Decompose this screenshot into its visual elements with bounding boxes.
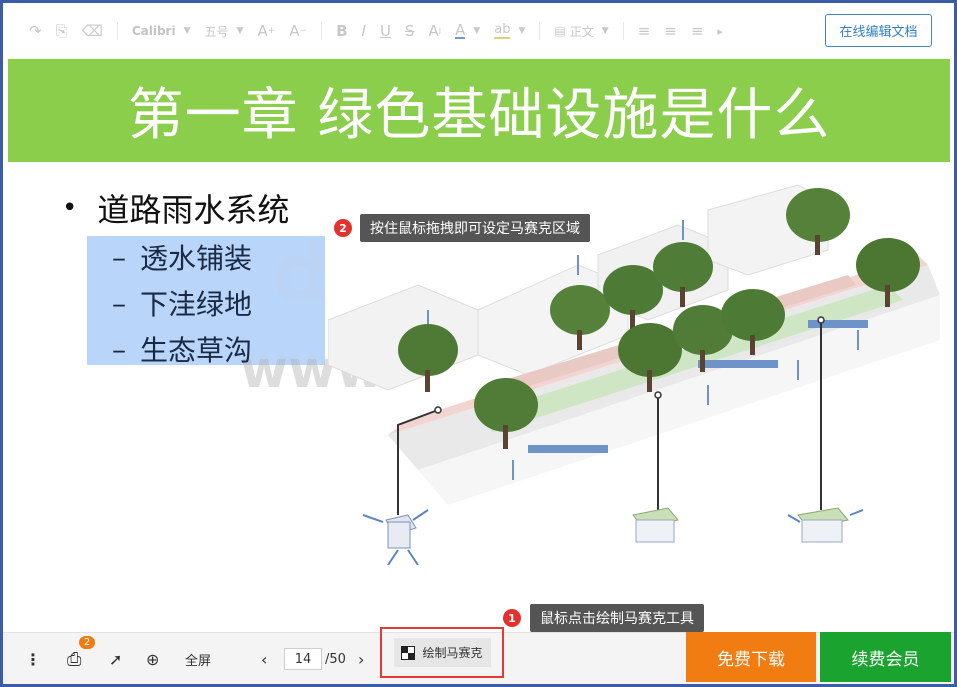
toolbar-divider — [622, 22, 624, 40]
font-color-icon[interactable]: A ▼ — [455, 23, 480, 39]
align-left-icon[interactable]: ≡ — [638, 22, 651, 40]
font-family-value: Calibri — [131, 24, 176, 38]
more-tools-icon[interactable]: ▸ — [717, 25, 723, 38]
bullet-dot-icon: • — [62, 193, 78, 223]
mosaic-tool-highlight: 绘制马赛克 — [380, 627, 504, 678]
editor-toolbar: ↷ ⎘ ⌫ Calibri ▼ 五号 ▼ A + A − B I U S AI A ▼ a… — [3, 3, 954, 59]
superscript-icon[interactable]: AI — [428, 22, 441, 40]
step-2-tooltip: 按住鼠标拖拽即可设定马赛克区域 — [360, 214, 590, 242]
sub-bullet-text: 生态草沟 — [140, 334, 253, 367]
free-download-button[interactable]: 免费下载 — [686, 632, 816, 682]
eraser-icon[interactable]: ⌫ — [82, 22, 103, 40]
chevron-down-icon: ▼ — [236, 26, 244, 36]
step-1-badge: 1 — [503, 609, 521, 627]
page-number-field[interactable]: 14 — [284, 633, 322, 685]
slide-title-band: 第一章 绿色基础设施是什么 — [8, 59, 950, 162]
mosaic-icon — [401, 645, 416, 660]
bold-icon[interactable]: B — [336, 22, 347, 40]
sub-bullet: – 透水铺装 — [112, 237, 252, 277]
sub-bullet-text: 下洼绿地 — [140, 288, 253, 321]
step-1-tooltip: 鼠标点击绘制马赛克工具 — [530, 604, 704, 632]
zoom-in-icon[interactable]: ⊕ — [146, 633, 159, 685]
paragraph-style-value: 正文 — [569, 24, 594, 39]
draw-mosaic-label: 绘制马赛克 — [422, 646, 483, 660]
watermark-letter: d — [272, 226, 330, 319]
sub-bullet-text: 透水铺装 — [140, 242, 253, 275]
sub-bullet: – 下洼绿地 — [112, 283, 252, 323]
paragraph-style-icon: ▤ — [554, 24, 566, 38]
prev-page-icon[interactable]: ‹ — [261, 633, 267, 685]
print-count-badge: 2 — [79, 636, 95, 649]
increase-font-icon[interactable]: A + — [257, 22, 275, 40]
underline-icon[interactable]: U — [380, 22, 391, 40]
paragraph-style-select[interactable]: ▤ 正文 ▼ — [554, 23, 608, 40]
renew-vip-button[interactable]: 续费会员 — [820, 632, 951, 682]
toolbar-divider — [539, 22, 541, 40]
main-bullet-text: 道路雨水系统 — [97, 191, 290, 229]
slide-title: 第一章 绿色基础设施是什么 — [127, 83, 831, 148]
font-size-value: 五号 — [204, 24, 229, 39]
align-right-icon[interactable]: ≡ — [691, 22, 704, 40]
chevron-down-icon: ▼ — [601, 26, 609, 36]
sub-bullet: – 生态草沟 — [112, 329, 252, 369]
next-page-icon[interactable]: › — [358, 633, 364, 685]
page-total: /50 — [325, 651, 346, 667]
toolbar-divider — [321, 22, 323, 40]
chevron-down-icon: ▼ — [183, 26, 191, 36]
main-bullet: • 道路雨水系统 — [62, 185, 289, 231]
page-number-value: 14 — [284, 648, 322, 670]
highlight-color-icon[interactable]: ab ▼ — [494, 23, 525, 39]
fullscreen-button[interactable]: 全屏 — [185, 633, 211, 685]
toolbar-divider — [116, 22, 118, 40]
edit-online-button[interactable]: 在线编辑文档 — [825, 14, 932, 47]
step-2-badge: 2 — [334, 219, 352, 237]
decrease-font-icon[interactable]: A − — [289, 22, 307, 40]
draw-mosaic-button[interactable]: 绘制马赛克 — [393, 638, 491, 667]
pointer-tool-icon[interactable]: ➚ — [109, 633, 122, 685]
redo-icon[interactable]: ↷ — [29, 22, 42, 40]
format-painter-icon[interactable]: ⎘ — [56, 22, 68, 40]
italic-icon[interactable]: I — [362, 22, 366, 40]
more-menu-icon[interactable]: ⋮ — [25, 633, 41, 685]
font-family-select[interactable]: Calibri ▼ — [132, 24, 191, 38]
strikethrough-icon[interactable]: S — [405, 22, 415, 40]
font-size-select[interactable]: 五号 ▼ — [205, 23, 244, 40]
align-center-icon[interactable]: ≡ — [664, 22, 677, 40]
